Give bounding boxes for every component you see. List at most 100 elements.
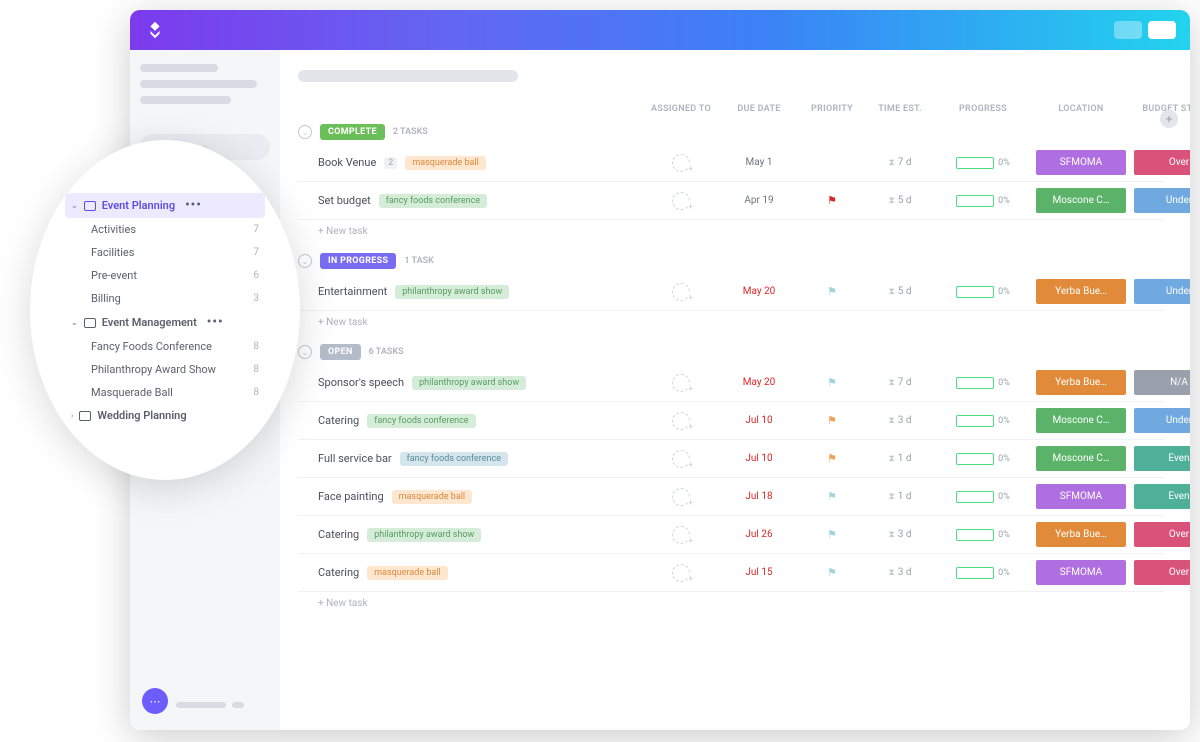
progress-cell[interactable]: 0%	[938, 453, 1028, 465]
priority-flag[interactable]: ⚑	[802, 528, 862, 541]
window-control-1[interactable]	[1114, 21, 1142, 39]
progress-cell[interactable]: 0%	[938, 567, 1028, 579]
time-estimate[interactable]: ⧗3 d	[870, 415, 930, 426]
time-estimate[interactable]: ⧗1 d	[870, 453, 930, 464]
priority-flag[interactable]: ⚑	[802, 566, 862, 579]
assignee-placeholder[interactable]	[672, 412, 690, 430]
time-estimate[interactable]: ⧗3 d	[870, 529, 930, 540]
assignee-placeholder[interactable]	[672, 526, 690, 544]
tag-chip[interactable]: fancy foods conference	[367, 414, 475, 428]
tag-chip[interactable]: fancy foods conference	[400, 452, 508, 466]
sidebar-item[interactable]: Billing3	[65, 287, 265, 310]
time-estimate[interactable]: ⧗3 d	[870, 567, 930, 578]
progress-cell[interactable]: 0%	[938, 529, 1028, 541]
progress-cell[interactable]: 0%	[938, 286, 1028, 298]
budget-chip[interactable]: Under	[1134, 279, 1190, 304]
more-icon[interactable]: •••	[185, 198, 202, 213]
sidebar-section-header[interactable]: ⌄ Event Management •••	[65, 310, 265, 335]
chat-bubble-button[interactable]: ⋯	[142, 688, 168, 714]
assignee-placeholder[interactable]	[672, 450, 690, 468]
collapse-icon[interactable]: ⌄	[298, 125, 312, 139]
sidebar-item[interactable]: Pre-event6	[65, 264, 265, 287]
progress-cell[interactable]: 0%	[938, 195, 1028, 207]
budget-chip[interactable]: Over	[1134, 522, 1190, 547]
assignee-placeholder[interactable]	[672, 154, 690, 172]
add-column-button[interactable]: +	[1160, 110, 1178, 128]
time-estimate[interactable]: ⧗5 d	[870, 195, 930, 206]
sidebar-section-header[interactable]: ⌄ Event Planning •••	[65, 193, 265, 218]
sidebar-item[interactable]: Facilities7	[65, 241, 265, 264]
location-chip[interactable]: Moscone C…	[1036, 408, 1126, 433]
tag-chip[interactable]: masquerade ball	[405, 156, 485, 170]
progress-cell[interactable]: 0%	[938, 491, 1028, 503]
location-chip[interactable]: Yerba Bue…	[1036, 522, 1126, 547]
task-row[interactable]: Book Venue 2 masquerade ball May 1 ⧗7 d …	[298, 144, 1164, 182]
status-chip[interactable]: OPEN	[320, 344, 361, 360]
task-row[interactable]: Sponsor's speech philanthropy award show…	[298, 364, 1164, 402]
due-date[interactable]: May 20	[724, 377, 794, 388]
time-estimate[interactable]: ⧗1 d	[870, 491, 930, 502]
location-chip[interactable]: Yerba Bue…	[1036, 370, 1126, 395]
status-chip[interactable]: IN PROGRESS	[320, 253, 396, 269]
task-row[interactable]: Catering philanthropy award show Jul 26 …	[298, 516, 1164, 554]
status-chip[interactable]: COMPLETE	[320, 124, 385, 140]
sidebar-item[interactable]: Fancy Foods Conference8	[65, 335, 265, 358]
sidebar-item[interactable]: Masquerade Ball8	[65, 381, 265, 404]
task-row[interactable]: Set budget fancy foods conference Apr 19…	[298, 182, 1164, 220]
location-chip[interactable]: Moscone C…	[1036, 188, 1126, 213]
budget-chip[interactable]: Under	[1134, 188, 1190, 213]
priority-flag[interactable]: ⚑	[802, 452, 862, 465]
task-row[interactable]: Catering fancy foods conference Jul 10 ⚑…	[298, 402, 1164, 440]
priority-flag[interactable]: ⚑	[802, 376, 862, 389]
collapse-icon[interactable]: ⌄	[298, 254, 312, 268]
sidebar-item[interactable]: Activities7	[65, 218, 265, 241]
assignee-placeholder[interactable]	[672, 564, 690, 582]
progress-cell[interactable]: 0%	[938, 377, 1028, 389]
due-date[interactable]: Jul 26	[724, 529, 794, 540]
priority-flag[interactable]: ⚑	[802, 490, 862, 503]
budget-chip[interactable]: Under	[1134, 408, 1190, 433]
collapse-icon[interactable]: ⌄	[298, 345, 312, 359]
budget-chip[interactable]: Over	[1134, 150, 1190, 175]
location-chip[interactable]: Moscone C…	[1036, 446, 1126, 471]
assignee-placeholder[interactable]	[672, 374, 690, 392]
tag-chip[interactable]: philanthropy award show	[412, 376, 526, 390]
time-estimate[interactable]: ⧗7 d	[870, 377, 930, 388]
window-control-2[interactable]	[1148, 21, 1176, 39]
due-date[interactable]: May 20	[724, 286, 794, 297]
priority-flag[interactable]: ⚑	[802, 194, 862, 207]
new-task-button[interactable]: + New task	[298, 311, 1164, 334]
new-task-button[interactable]: + New task	[298, 220, 1164, 243]
due-date[interactable]: Jul 10	[724, 453, 794, 464]
due-date[interactable]: Jul 18	[724, 491, 794, 502]
location-chip[interactable]: SFMOMA	[1036, 484, 1126, 509]
progress-cell[interactable]: 0%	[938, 157, 1028, 169]
assignee-placeholder[interactable]	[672, 488, 690, 506]
tag-chip[interactable]: fancy foods conference	[379, 194, 487, 208]
location-chip[interactable]: SFMOMA	[1036, 150, 1126, 175]
budget-chip[interactable]: Even	[1134, 446, 1190, 471]
budget-chip[interactable]: Over	[1134, 560, 1190, 585]
task-row[interactable]: Entertainment philanthropy award show Ma…	[298, 273, 1164, 311]
new-task-button[interactable]: + New task	[298, 592, 1164, 615]
time-estimate[interactable]: ⧗5 d	[870, 286, 930, 297]
tag-chip[interactable]: philanthropy award show	[367, 528, 481, 542]
task-row[interactable]: Catering masquerade ball Jul 15 ⚑ ⧗3 d 0…	[298, 554, 1164, 592]
time-estimate[interactable]: ⧗7 d	[870, 157, 930, 168]
assignee-placeholder[interactable]	[672, 192, 690, 210]
progress-cell[interactable]: 0%	[938, 415, 1028, 427]
budget-chip[interactable]: N/A	[1134, 370, 1190, 395]
assignee-placeholder[interactable]	[672, 283, 690, 301]
priority-flag[interactable]: ⚑	[802, 414, 862, 427]
task-row[interactable]: Face painting masquerade ball Jul 18 ⚑ ⧗…	[298, 478, 1164, 516]
sidebar-item[interactable]: Philanthropy Award Show8	[65, 358, 265, 381]
tag-chip[interactable]: masquerade ball	[392, 490, 472, 504]
location-chip[interactable]: Yerba Bue…	[1036, 279, 1126, 304]
due-date[interactable]: Jul 10	[724, 415, 794, 426]
tag-chip[interactable]: philanthropy award show	[395, 285, 509, 299]
location-chip[interactable]: SFMOMA	[1036, 560, 1126, 585]
due-date[interactable]: Apr 19	[724, 195, 794, 206]
priority-flag[interactable]: ⚑	[802, 285, 862, 298]
due-date[interactable]: Jul 15	[724, 567, 794, 578]
due-date[interactable]: May 1	[724, 157, 794, 168]
